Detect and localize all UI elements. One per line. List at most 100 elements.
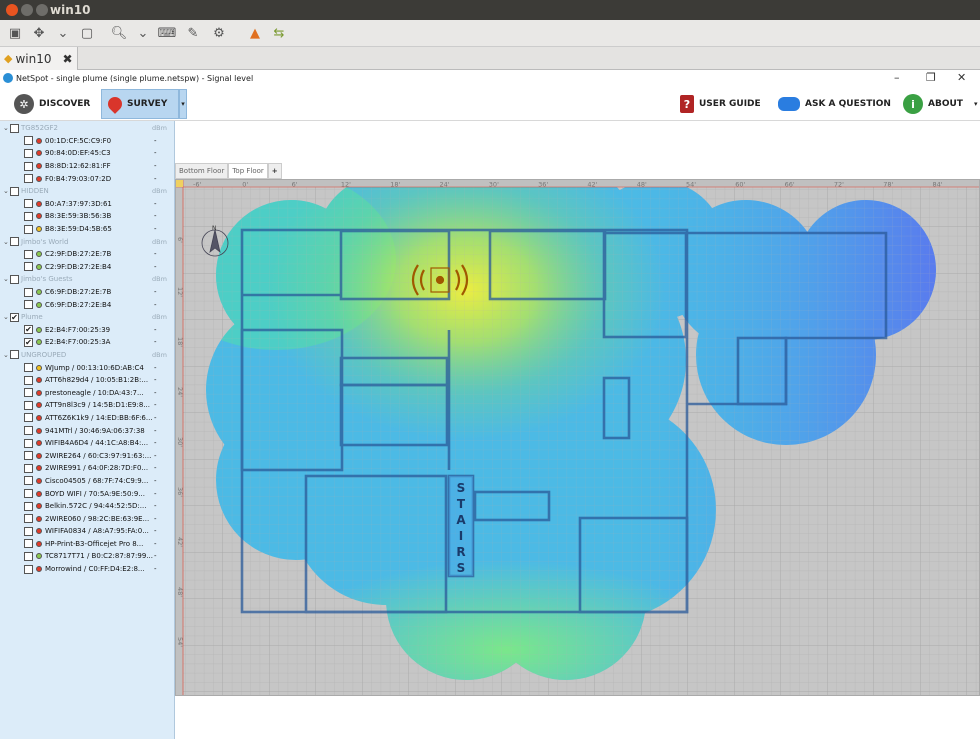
survey-dropdown-button[interactable]: ▾ <box>179 89 187 119</box>
group-checkbox[interactable] <box>10 186 19 196</box>
network-checkbox[interactable] <box>24 489 33 499</box>
window-icon[interactable]: ▢ <box>78 24 96 42</box>
about-button[interactable]: i ABOUT ▾ <box>897 89 980 119</box>
chevron-down-icon[interactable]: ⌄ <box>3 238 10 246</box>
network-item[interactable]: B0:A7:37:97:3D:61 - <box>0 198 174 211</box>
network-item[interactable]: 941MTrl / 30:46:9A:06:37:38- <box>0 424 174 437</box>
network-item[interactable]: Belkin.572C / 94:44:52:5D:... - <box>0 500 174 513</box>
floor-plan-heatmap[interactable]: N STAIRS -6' 0' 6' 12' 18' 24' 30' 36' 42' 48' 54'… <box>175 179 980 696</box>
network-item[interactable]: C2:9F:DB:27:2E:7B - <box>0 248 174 261</box>
network-checkbox[interactable]: ✔ <box>24 325 33 335</box>
user-guide-button[interactable]: ? USER GUIDE <box>674 89 767 119</box>
network-checkbox[interactable] <box>24 136 33 146</box>
network-group[interactable]: ⌄ TG852GF2 dBm <box>0 122 174 135</box>
network-checkbox[interactable] <box>24 224 33 234</box>
network-checkbox[interactable] <box>24 161 33 171</box>
usb-icon[interactable]: ▲ <box>246 24 264 42</box>
close-window-icon[interactable]: ✕ <box>957 71 966 84</box>
group-checkbox[interactable] <box>10 350 19 360</box>
network-item[interactable]: B8:8D:12:62:81:FF - <box>0 160 174 173</box>
ask-question-button[interactable]: ASK A QUESTION <box>772 89 897 119</box>
network-checkbox[interactable]: ✔ <box>24 337 33 347</box>
network-checkbox[interactable] <box>24 501 33 511</box>
network-checkbox[interactable] <box>24 514 33 524</box>
network-item[interactable]: C2:9F:DB:27:2E:B4 - <box>0 261 174 274</box>
network-checkbox[interactable] <box>24 539 33 549</box>
zoom-icon[interactable]: 🔍︎ <box>110 24 128 42</box>
network-checkbox[interactable] <box>24 526 33 536</box>
chevron-down-icon[interactable]: ⌄ <box>134 24 152 42</box>
network-item[interactable]: ATT6h829d4 / 10:05:B1:2B:... - <box>0 374 174 387</box>
network-checkbox[interactable] <box>24 388 33 398</box>
network-item[interactable]: C6:9F:DB:27:2E:B4 - <box>0 298 174 311</box>
network-checkbox[interactable] <box>24 400 33 410</box>
network-item[interactable]: B8:3E:59:3B:56:3B - <box>0 210 174 223</box>
network-item[interactable]: prestoneagle / 10:DA:43:7... - <box>0 386 174 399</box>
network-item[interactable]: WIFIFA0834 / A8:A7:95:FA:0... - <box>0 525 174 538</box>
network-checkbox[interactable] <box>24 438 33 448</box>
network-item[interactable]: TC8717T71 / B0:C2:87:87:99... - <box>0 550 174 563</box>
network-checkbox[interactable] <box>24 451 33 461</box>
network-item[interactable]: BOYD WIFI / 70:5A:9E:50:9... - <box>0 487 174 500</box>
network-checkbox[interactable] <box>24 148 33 158</box>
maximize-icon[interactable] <box>36 4 48 16</box>
chevron-down-icon[interactable]: ⌄ <box>54 24 72 42</box>
network-checkbox[interactable] <box>24 476 33 486</box>
minimize-icon[interactable] <box>21 4 33 16</box>
network-item[interactable]: HP-Print-B3-Officejet Pro 8... - <box>0 538 174 551</box>
tab-bottom-floor[interactable]: Bottom Floor <box>175 163 229 179</box>
network-group[interactable]: ⌄ UNGROUPED dBm <box>0 349 174 362</box>
network-checkbox[interactable] <box>24 426 33 436</box>
network-item[interactable]: ✔ E2:B4:F7:00:25:3A - <box>0 336 174 349</box>
fullscreen-icon[interactable]: ▣ <box>6 24 24 42</box>
group-checkbox[interactable] <box>10 274 19 284</box>
network-group[interactable]: ⌄ HIDDEN dBm <box>0 185 174 198</box>
network-item[interactable]: Morrowind / C0:FF:D4:E2:8... - <box>0 563 174 576</box>
settings-icon[interactable]: ⚙ <box>210 24 228 42</box>
restore-window-icon[interactable]: ❐ <box>926 71 936 84</box>
network-checkbox[interactable] <box>24 287 33 297</box>
network-item[interactable]: C6:9F:DB:27:2E:7B - <box>0 286 174 299</box>
network-group[interactable]: ⌄ ✔ Plume dBm <box>0 311 174 324</box>
network-item[interactable]: B8:3E:59:D4:5B:65 - <box>0 223 174 236</box>
move-icon[interactable]: ✥ <box>30 24 48 42</box>
add-floor-button[interactable]: + <box>267 163 282 179</box>
network-checkbox[interactable] <box>24 463 33 473</box>
group-checkbox[interactable] <box>10 123 19 133</box>
network-checkbox[interactable] <box>24 300 33 310</box>
chevron-down-icon[interactable]: ⌄ <box>3 275 10 283</box>
network-item[interactable]: F0:B4:79:03:07:2D - <box>0 172 174 185</box>
network-item[interactable]: WIFIB4A6D4 / 44:1C:A8:B4:... - <box>0 437 174 450</box>
chevron-down-icon[interactable]: ▾ <box>974 100 978 108</box>
network-checkbox[interactable] <box>24 375 33 385</box>
network-checkbox[interactable] <box>24 551 33 561</box>
chevron-down-icon[interactable]: ⌄ <box>3 124 10 132</box>
discover-button[interactable]: ✲ DISCOVER <box>8 89 96 119</box>
group-checkbox[interactable] <box>10 237 19 247</box>
chevron-down-icon[interactable]: ⌄ <box>3 313 10 321</box>
chevron-down-icon[interactable]: ⌄ <box>3 187 10 195</box>
minimize-window-icon[interactable]: – <box>894 71 900 84</box>
network-item[interactable]: ATT6Z6K1k9 / 14:ED:BB:6F:6... - <box>0 412 174 425</box>
network-item[interactable]: Cisco04505 / 68:7F:74:C9:9... - <box>0 475 174 488</box>
close-icon[interactable] <box>6 4 18 16</box>
group-checkbox[interactable]: ✔ <box>10 312 19 322</box>
network-group[interactable]: ⌄ Jimbo's World dBm <box>0 235 174 248</box>
network-checkbox[interactable] <box>24 199 33 209</box>
network-checkbox[interactable] <box>24 174 33 184</box>
network-item[interactable]: 90:84:0D:EF:45:C3 - <box>0 147 174 160</box>
network-checkbox[interactable] <box>24 564 33 574</box>
network-group[interactable]: ⌄ Jimbo's Guests dBm <box>0 273 174 286</box>
network-item[interactable]: ATT9n8l3c9 / 14:5B:D1:E9:8... - <box>0 399 174 412</box>
keyboard-icon[interactable]: ⌨ <box>158 24 177 42</box>
network-checkbox[interactable] <box>24 211 33 221</box>
network-checkbox[interactable] <box>24 363 33 373</box>
network-item[interactable]: ✔ E2:B4:F7:00:25:39 - <box>0 324 174 337</box>
network-icon[interactable]: ⇆ <box>270 24 288 42</box>
tools-icon[interactable]: ✎ <box>184 24 202 42</box>
network-item[interactable]: 00:1D:CF:5C:C9:F0 - <box>0 135 174 148</box>
chevron-down-icon[interactable]: ⌄ <box>3 351 10 359</box>
network-item[interactable]: 2WIRE060 / 98:2C:BE:63:9E... - <box>0 512 174 525</box>
network-checkbox[interactable] <box>24 262 33 272</box>
tab-top-floor[interactable]: Top Floor <box>228 163 268 179</box>
